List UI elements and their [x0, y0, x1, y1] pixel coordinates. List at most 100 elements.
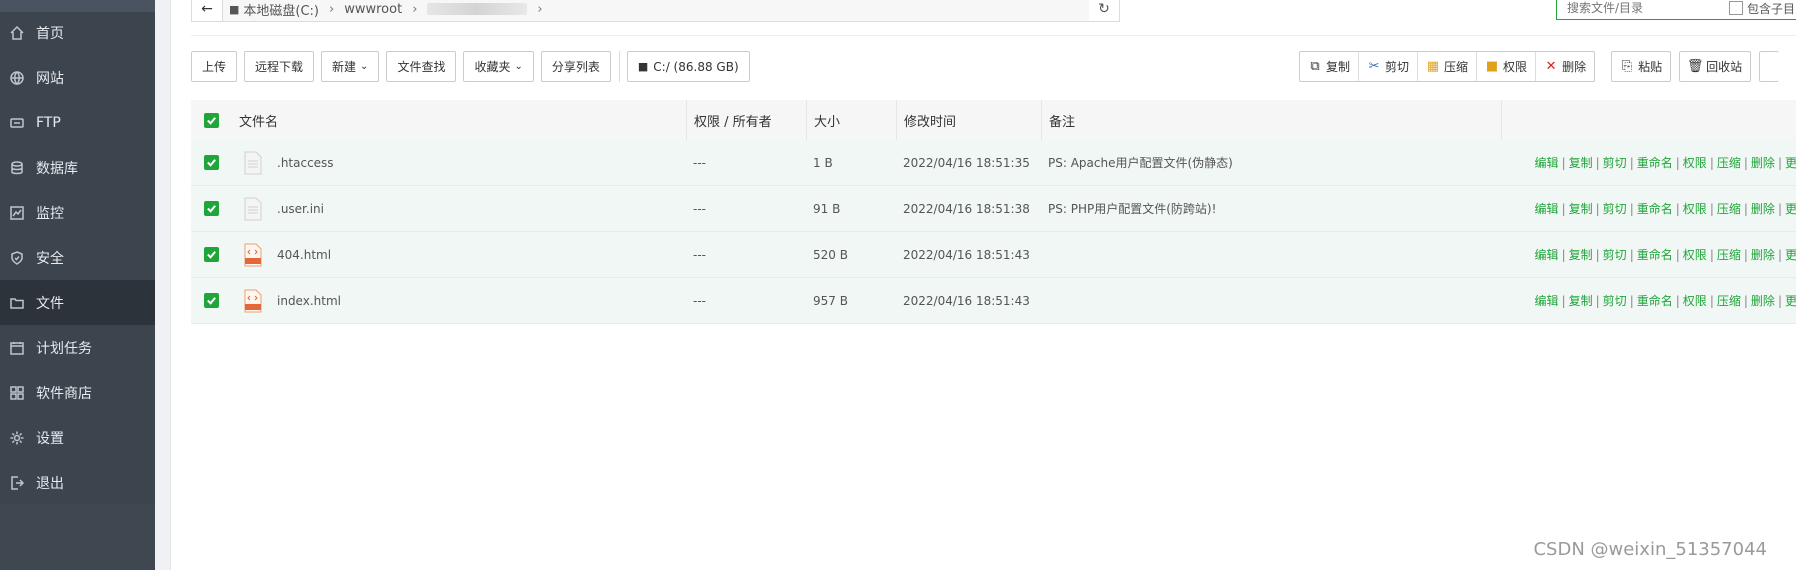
- disk-button[interactable]: ■ C:/ (86.88 GB): [626, 51, 750, 82]
- file-name[interactable]: .htaccess: [277, 156, 334, 170]
- select-all-checkbox[interactable]: [191, 112, 231, 128]
- sidebar-item-label: 软件商店: [36, 385, 92, 402]
- new-button[interactable]: 新建 ⌄: [321, 51, 380, 82]
- row-checkbox[interactable]: [191, 293, 231, 308]
- header-mtime[interactable]: 修改时间: [896, 100, 1041, 140]
- batch-delete-button[interactable]: ✕ 删除: [1536, 52, 1594, 81]
- back-button[interactable]: ←: [192, 0, 223, 21]
- rename-link[interactable]: 重命名: [1637, 248, 1673, 262]
- more-link[interactable]: 更: [1785, 156, 1796, 170]
- table-row[interactable]: .htaccess --- 1 B 2022/04/16 18:51:35 PS…: [191, 140, 1796, 186]
- globe-icon: [8, 69, 26, 87]
- permission-link[interactable]: 权限: [1683, 156, 1707, 170]
- copy-link[interactable]: 复制: [1569, 294, 1593, 308]
- more-link[interactable]: 更: [1785, 294, 1796, 308]
- row-checkbox[interactable]: [191, 201, 231, 216]
- cut-link[interactable]: 剪切: [1603, 248, 1627, 262]
- copy-link[interactable]: 复制: [1569, 202, 1593, 216]
- favorites-button[interactable]: 收藏夹 ⌄: [463, 51, 534, 82]
- sidebar-item-files[interactable]: 文件: [0, 280, 155, 325]
- batch-copy-button[interactable]: ⧉ 复制: [1300, 52, 1360, 81]
- sidebar-item-home[interactable]: 首页: [0, 10, 155, 55]
- batch-toolbar: ⧉ 复制 ✂ 剪切 ▦ 压缩 ■ 权限 ✕ 删除 ⎘ 粘贴 🗑 回收站: [1299, 51, 1795, 84]
- delete-link[interactable]: 删除: [1751, 248, 1775, 262]
- header-perm[interactable]: 权限 / 所有者: [686, 100, 806, 140]
- header-size[interactable]: 大小: [806, 100, 896, 140]
- compress-link[interactable]: 压缩: [1717, 156, 1741, 170]
- compress-link[interactable]: 压缩: [1717, 202, 1741, 216]
- breadcrumb-folder[interactable]: wwwroot: [344, 2, 402, 17]
- table-row[interactable]: index.html --- 957 B 2022/04/16 18:51:43…: [191, 278, 1796, 324]
- watermark: CSDN @weixin_51357044: [1533, 539, 1767, 560]
- more-group[interactable]: [1759, 51, 1780, 82]
- sidebar-item-security[interactable]: 安全: [0, 235, 155, 280]
- compress-link[interactable]: 压缩: [1717, 248, 1741, 262]
- row-checkbox[interactable]: [191, 247, 231, 262]
- search-input[interactable]: [1565, 0, 1719, 16]
- sidebar-item-store[interactable]: 软件商店: [0, 370, 155, 415]
- file-name-cell: 404.html: [231, 243, 686, 267]
- delete-link[interactable]: 删除: [1751, 156, 1775, 170]
- copy-link[interactable]: 复制: [1569, 248, 1593, 262]
- sidebar-item-website[interactable]: 网站: [0, 55, 155, 100]
- edit-link[interactable]: 编辑: [1535, 294, 1559, 308]
- breadcrumb-disk[interactable]: 本地磁盘(C:): [243, 0, 319, 19]
- include-subdir-checkbox[interactable]: 包含子目: [1729, 0, 1795, 17]
- row-checkbox[interactable]: [191, 155, 231, 170]
- sidebar-item-label: FTP: [36, 114, 61, 131]
- paste-label: 粘贴: [1638, 60, 1663, 74]
- compress-link[interactable]: 压缩: [1717, 294, 1741, 308]
- cut-link[interactable]: 剪切: [1603, 202, 1627, 216]
- sidebar-item-monitor[interactable]: 监控: [0, 190, 155, 235]
- edit-link[interactable]: 编辑: [1535, 156, 1559, 170]
- cut-link[interactable]: 剪切: [1603, 294, 1627, 308]
- refresh-button[interactable]: ↻: [1089, 0, 1120, 22]
- delete-link[interactable]: 删除: [1751, 202, 1775, 216]
- file-name[interactable]: .user.ini: [277, 202, 324, 216]
- remote-download-button[interactable]: 远程下载: [244, 51, 315, 82]
- edit-link[interactable]: 编辑: [1535, 202, 1559, 216]
- file-perm[interactable]: ---: [686, 248, 806, 262]
- breadcrumb-redacted[interactable]: [427, 3, 528, 15]
- batch-cut-button[interactable]: ✂ 剪切: [1359, 52, 1419, 81]
- file-perm[interactable]: ---: [686, 294, 806, 308]
- more-link[interactable]: 更: [1785, 248, 1796, 262]
- copy-link[interactable]: 复制: [1569, 156, 1593, 170]
- recycle-bin-button[interactable]: 🗑 回收站: [1680, 52, 1750, 81]
- drive-icon: ■: [229, 2, 240, 16]
- permission-link[interactable]: 权限: [1683, 202, 1707, 216]
- table-row[interactable]: 404.html --- 520 B 2022/04/16 18:51:43 编…: [191, 232, 1796, 278]
- cut-link[interactable]: 剪切: [1603, 156, 1627, 170]
- file-mtime: 2022/04/16 18:51:43: [903, 247, 1030, 262]
- file-name[interactable]: 404.html: [277, 248, 331, 262]
- file-perm[interactable]: ---: [686, 202, 806, 216]
- edit-link[interactable]: 编辑: [1535, 248, 1559, 262]
- rename-link[interactable]: 重命名: [1637, 294, 1673, 308]
- permission-link[interactable]: 权限: [1683, 248, 1707, 262]
- paste-button[interactable]: ⎘ 粘贴: [1612, 52, 1670, 81]
- batch-permission-button[interactable]: ■ 权限: [1477, 52, 1537, 81]
- delete-link[interactable]: 删除: [1751, 294, 1775, 308]
- file-search-button[interactable]: 文件查找: [386, 51, 457, 82]
- more-link[interactable]: 更: [1785, 202, 1796, 216]
- sidebar-item-logout[interactable]: 退出: [0, 460, 155, 505]
- rename-link[interactable]: 重命名: [1637, 202, 1673, 216]
- sidebar-item-ftp[interactable]: FTP: [0, 100, 155, 145]
- sidebar-item-settings[interactable]: 设置: [0, 415, 155, 460]
- copy-icon: ⧉: [1310, 59, 1320, 74]
- monitor-icon: [8, 204, 26, 222]
- file-name[interactable]: index.html: [277, 294, 341, 308]
- upload-button[interactable]: 上传: [191, 51, 238, 82]
- sidebar-item-label: 退出: [36, 475, 64, 492]
- share-list-button[interactable]: 分享列表: [540, 51, 611, 82]
- header-name[interactable]: 文件名: [231, 111, 686, 130]
- sidebar-item-database[interactable]: 数据库: [0, 145, 155, 190]
- file-note[interactable]: PS: PHP用户配置文件(防跨站)!: [1041, 200, 1501, 217]
- table-row[interactable]: .user.ini --- 91 B 2022/04/16 18:51:38 P…: [191, 186, 1796, 232]
- rename-link[interactable]: 重命名: [1637, 156, 1673, 170]
- batch-compress-button[interactable]: ▦ 压缩: [1418, 52, 1478, 81]
- file-perm[interactable]: ---: [686, 156, 806, 170]
- file-note[interactable]: PS: Apache用户配置文件(伪静态): [1041, 154, 1501, 171]
- permission-link[interactable]: 权限: [1683, 294, 1707, 308]
- sidebar-item-cron[interactable]: 计划任务: [0, 325, 155, 370]
